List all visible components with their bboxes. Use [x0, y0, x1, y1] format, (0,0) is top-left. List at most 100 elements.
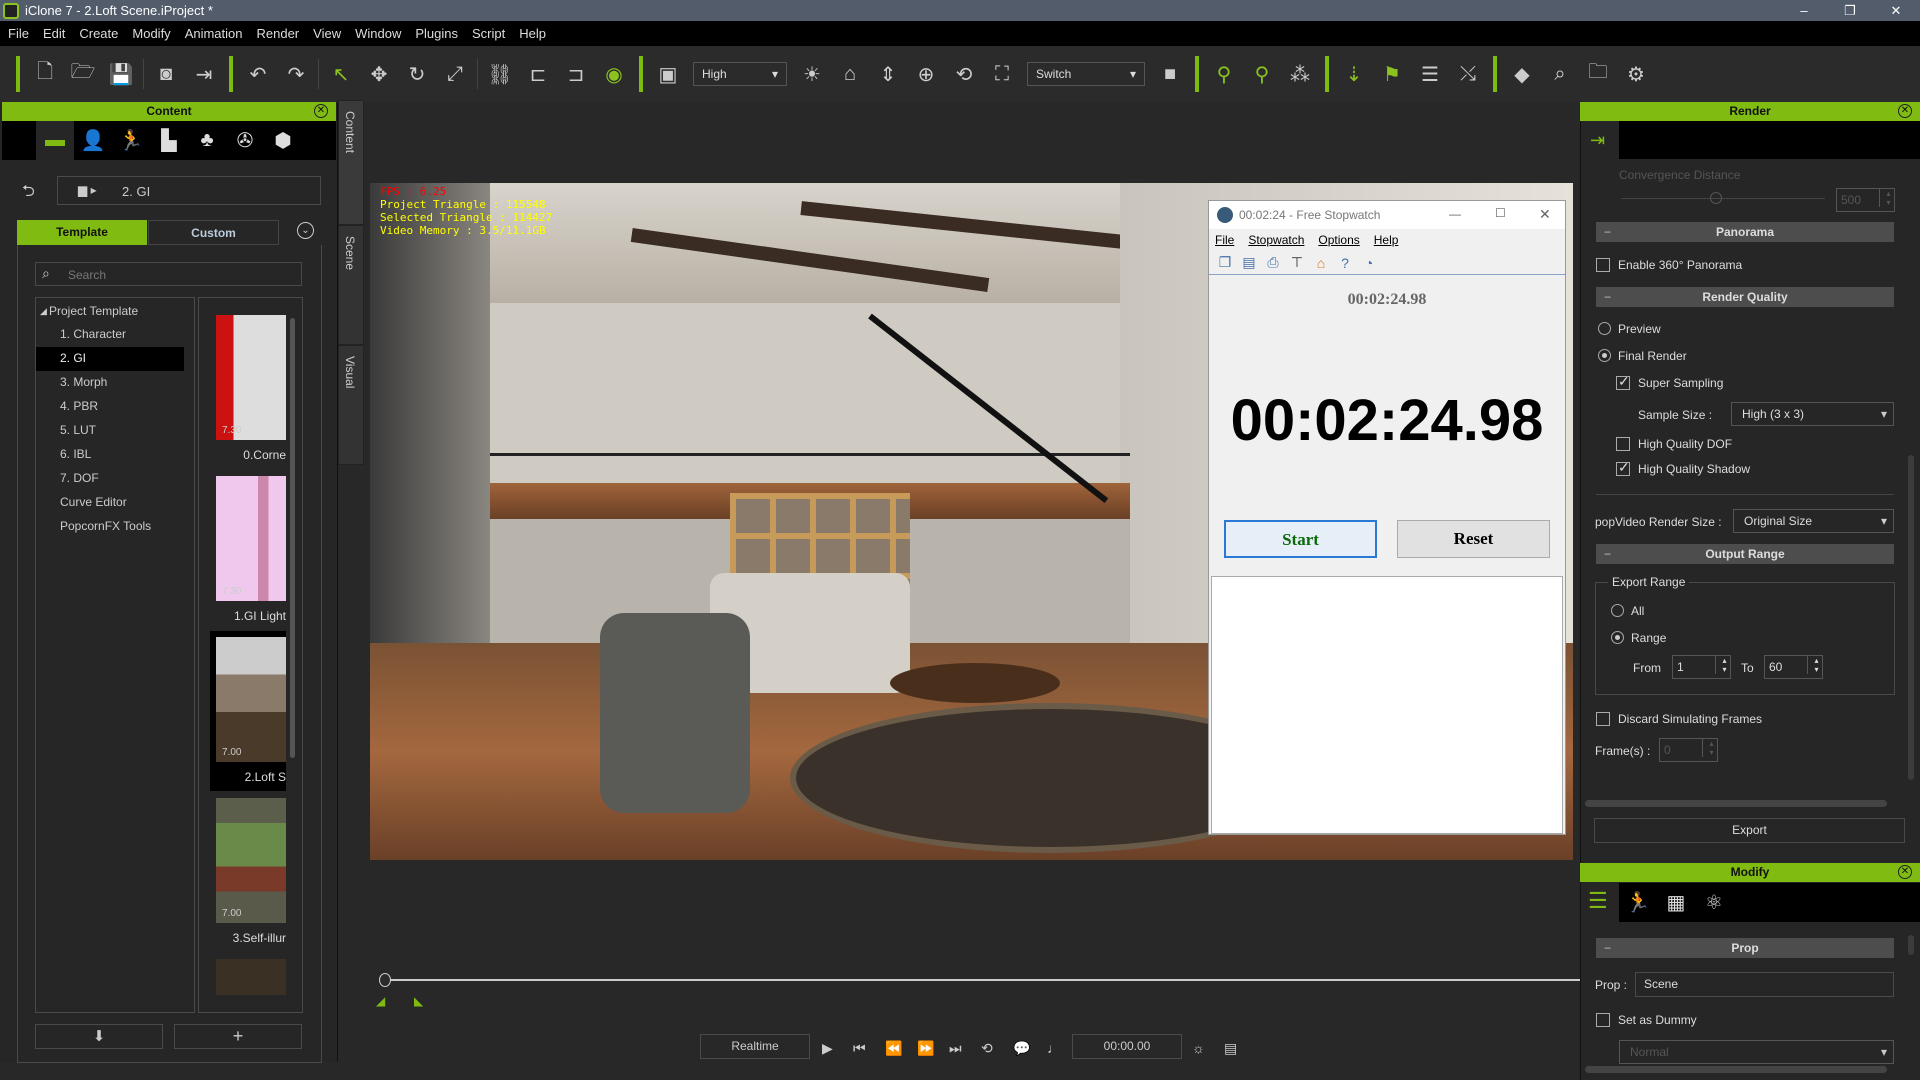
timeline-playhead[interactable] — [379, 973, 391, 987]
timeline-track[interactable] — [388, 979, 1582, 981]
preview-radio[interactable] — [1598, 322, 1611, 335]
motion-icon[interactable]: 🏃 — [112, 128, 150, 153]
super-sampling-checkbox[interactable] — [1616, 373, 1630, 390]
timeline-list-icon[interactable]: ☰ — [1411, 56, 1449, 92]
range-start-marker[interactable]: ◢ — [376, 994, 385, 1008]
back-icon[interactable]: ⮌ — [22, 180, 35, 207]
layout-icon[interactable]: ▣ — [649, 56, 687, 92]
home-icon[interactable]: ⌂ — [831, 56, 869, 92]
menu-plugins[interactable]: Plugins — [415, 26, 458, 41]
skip-start-icon[interactable]: ⏮ — [853, 1040, 866, 1057]
discard-frames-checkbox[interactable] — [1596, 712, 1610, 726]
new-file-icon[interactable]: 🗋 — [26, 56, 64, 92]
tree-icon[interactable]: ♣ — [188, 129, 226, 152]
link-icon[interactable]: ⛓ — [481, 56, 519, 92]
help-icon[interactable]: ? — [1333, 255, 1357, 271]
side-tab-scene[interactable]: Scene — [338, 225, 364, 345]
tree-item[interactable]: 4. PBR — [60, 399, 98, 413]
crowd-icon[interactable]: ⁂ — [1281, 56, 1319, 92]
tree-item[interactable]: PopcornFX Tools — [60, 519, 151, 533]
menu-create[interactable]: Create — [79, 26, 118, 41]
rewind-icon[interactable]: ⏪ — [885, 1040, 902, 1057]
save-icon[interactable]: 💾 — [102, 56, 140, 92]
flag-icon[interactable]: ⚑ — [1373, 56, 1411, 92]
menu-file[interactable]: File — [8, 26, 29, 41]
camera-icon[interactable]: ■ — [1151, 56, 1189, 92]
render-panel-hscrollbar[interactable] — [1585, 800, 1887, 807]
menu-render[interactable]: Render — [257, 26, 300, 41]
material-checker-icon[interactable]: ▦ — [1657, 890, 1695, 915]
menu-window[interactable]: Window — [355, 26, 401, 41]
range-end-marker[interactable]: ◣ — [414, 994, 423, 1008]
quality-select[interactable]: High ▾ — [693, 62, 787, 86]
thumbnail-self-illum[interactable]: 7.00 — [216, 798, 286, 923]
menu-edit[interactable]: Edit — [43, 26, 65, 41]
sun-icon[interactable]: ☀ — [793, 56, 831, 92]
play-icon[interactable]: ▶ — [822, 1040, 833, 1057]
all-radio[interactable] — [1611, 604, 1624, 617]
time-display[interactable]: 00:00.00 — [1072, 1034, 1182, 1059]
close-icon[interactable]: ✕ — [1898, 865, 1912, 879]
eye-icon[interactable]: ◉ — [595, 56, 633, 92]
download-button[interactable]: ⬇ — [35, 1024, 163, 1049]
camera-orbit-icon[interactable]: ⟲ — [945, 56, 983, 92]
output-range-header[interactable]: − Output Range — [1596, 544, 1894, 564]
export-icon[interactable]: ⇥ — [185, 56, 223, 92]
fit-all-icon[interactable]: ⊕ — [907, 56, 945, 92]
settings-icon[interactable]: ⚙ — [1617, 56, 1655, 92]
panorama-header[interactable]: − Panorama — [1596, 222, 1894, 242]
playback-mode[interactable]: Realtime — [700, 1034, 810, 1059]
menu-help[interactable]: Help — [519, 26, 546, 41]
modify-panel-hscrollbar[interactable] — [1585, 1066, 1887, 1073]
prop-name-input[interactable]: Scene — [1635, 972, 1894, 997]
timeline-panel-icon[interactable]: ▤ — [1224, 1040, 1237, 1057]
tree-item[interactable]: 1. Character — [60, 327, 126, 341]
tree-item[interactable]: 5. LUT — [60, 423, 96, 437]
menu-view[interactable]: View — [313, 26, 341, 41]
presentation-icon[interactable]: ⊤ — [1285, 254, 1309, 271]
stopwatch-menu-stopwatch[interactable]: Stopwatch — [1248, 233, 1304, 247]
physics-icon[interactable]: ⇣ — [1335, 56, 1373, 92]
align-right-icon[interactable]: ⊐ — [557, 56, 595, 92]
stopwatch-menu-options[interactable]: Options — [1318, 233, 1359, 247]
tree-item[interactable]: 7. DOF — [60, 471, 99, 485]
stopwatch-menu-help[interactable]: Help — [1374, 233, 1399, 247]
stopwatch-settings-icon[interactable]: ◔ — [1357, 255, 1381, 271]
film-reel-icon[interactable]: ✇ — [226, 128, 264, 153]
tree-item[interactable]: 3. Morph — [60, 375, 107, 389]
move-icon[interactable]: ✥ — [360, 56, 398, 92]
motion-puppet-icon[interactable]: ⚲ — [1205, 56, 1243, 92]
music-note-icon[interactable]: ♩ — [1047, 1040, 1061, 1056]
open-folder-icon[interactable]: 🗁 — [64, 56, 102, 92]
motion-record-icon[interactable]: ⚲ — [1243, 56, 1281, 92]
copy-icon[interactable]: ❐ — [1213, 254, 1237, 271]
camera-select[interactable]: Switch ▾ — [1027, 62, 1145, 86]
chevron-down-icon[interactable]: ⌄ — [297, 222, 314, 239]
reset-button[interactable]: Reset — [1397, 520, 1550, 558]
undo-icon[interactable]: ↶ — [239, 56, 277, 92]
box-icon[interactable]: ⬢ — [264, 128, 302, 153]
stage-icon[interactable]: ▙ — [150, 128, 188, 153]
frame-icon[interactable]: ⛶ — [983, 56, 1021, 92]
stopwatch-menu-file[interactable]: File — [1215, 233, 1234, 247]
close-button[interactable]: ✕ — [1876, 0, 1916, 21]
from-input[interactable]: 1 — [1672, 655, 1731, 679]
menu-animation[interactable]: Animation — [185, 26, 243, 41]
search-input[interactable]: ⌕ Search — [35, 262, 302, 286]
tree-root[interactable]: Project Template — [49, 304, 138, 318]
thumbnail-corner[interactable]: 7.30 — [216, 315, 286, 440]
tree-item[interactable]: 6. IBL — [60, 447, 91, 461]
export-button[interactable]: Export — [1594, 818, 1905, 843]
tree-item-selected[interactable]: 2. GI — [60, 351, 86, 365]
stopwatch-maximize-button[interactable]: ☐ — [1495, 206, 1506, 220]
hq-dof-checkbox[interactable] — [1616, 437, 1630, 451]
select-icon[interactable]: ↖ — [322, 56, 360, 92]
set-as-dummy-checkbox[interactable] — [1596, 1013, 1610, 1027]
minimize-button[interactable]: – — [1784, 0, 1824, 21]
tab-custom[interactable]: Custom — [148, 220, 279, 245]
redo-icon[interactable]: ↷ — [277, 56, 315, 92]
hq-shadow-checkbox[interactable] — [1616, 459, 1630, 476]
brightness-icon[interactable]: ☼ — [1192, 1040, 1205, 1056]
menu-modify[interactable]: Modify — [132, 26, 170, 41]
add-button[interactable]: + — [174, 1024, 302, 1049]
